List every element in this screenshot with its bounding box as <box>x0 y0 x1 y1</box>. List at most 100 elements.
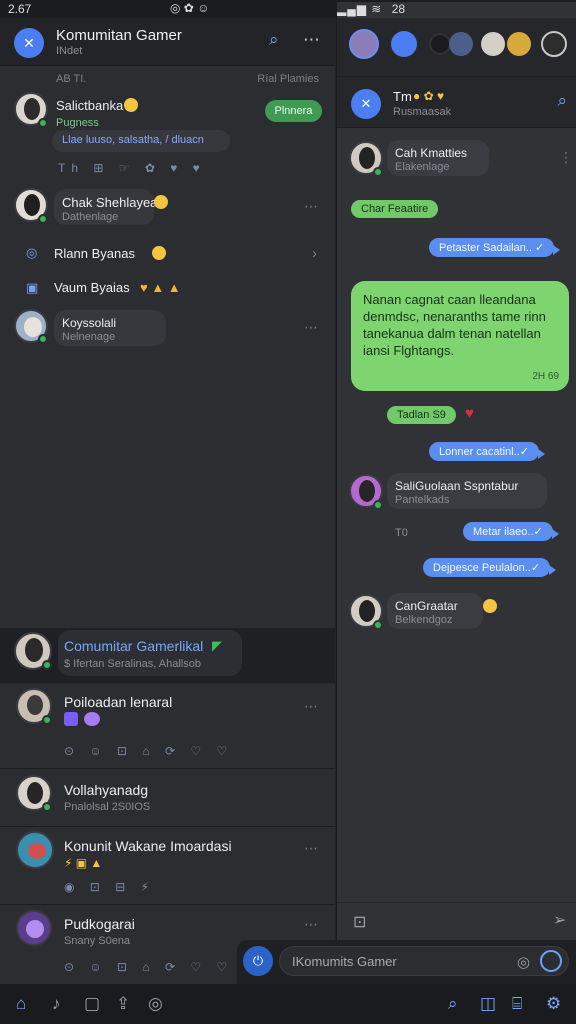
post-title[interactable]: Poiloadan lenaral <box>64 694 172 710</box>
chat-link[interactable]: Llae luuso, salsatha, / dluacn <box>62 134 204 146</box>
more-icon[interactable]: ⋯ <box>304 698 319 715</box>
sender-name: SaliGuolaan Sspntabur <box>395 479 519 493</box>
reaction-row[interactable]: ◉ ⊡ ⊟ ⚡ <box>64 880 155 894</box>
reaction-row[interactable]: ⊙ ☺ ⊡ ⌂ ⟳ ♡ ♡ <box>64 744 233 758</box>
filter-bar: AB TI. Ríal Plamies <box>0 70 335 90</box>
chat-name[interactable]: Koyssolali <box>62 316 116 330</box>
message-time: 2H 69 <box>532 371 559 382</box>
join-button[interactable]: Plnnera <box>265 100 322 122</box>
story-avatar[interactable] <box>541 31 567 57</box>
battery-level: 28 <box>391 2 406 16</box>
emoji-icon <box>64 712 78 726</box>
channel-icon: ▣ <box>26 280 39 295</box>
chevron-right-icon[interactable]: › <box>312 245 318 262</box>
status-icons: ◎ ✿ ☺ <box>170 1 210 15</box>
attachment-icon[interactable]: ⊡ <box>353 912 366 932</box>
message-input[interactable]: IKomumits Gamer ◎ <box>279 946 569 976</box>
chat-sub: Pugness <box>56 117 99 129</box>
avatar[interactable] <box>16 831 54 869</box>
day-label: T0 <box>395 527 408 539</box>
chat-icon[interactable]: ▢ <box>84 994 100 1014</box>
more-icon[interactable]: ⋮ <box>559 149 574 166</box>
chat-name[interactable]: Chak Shehlayea <box>62 195 157 210</box>
smile-emoji-icon <box>124 98 138 112</box>
send-icon[interactable]: ➢ <box>553 910 566 930</box>
avatar[interactable] <box>16 910 52 946</box>
post-sub: Snany S0ena <box>64 935 131 947</box>
status-bar: 2.67 ◎ ✿ ☺ ▂▄▆ ≋ 28 <box>0 0 576 968</box>
featured-name[interactable]: Comumitar Gamerlikal <box>64 638 203 654</box>
incoming-message[interactable]: Char Feaatire <box>351 200 439 218</box>
story-avatar[interactable] <box>481 32 505 56</box>
share-icon[interactable]: ⇪ <box>116 994 130 1014</box>
home-icon[interactable]: ⌂ <box>16 994 26 1014</box>
chat-list-panel: ✕ Komumitan Gamer INdet ⌕ ⋯ AB TI. Ríal … <box>0 18 335 984</box>
more-icon[interactable]: ⋯ <box>304 198 319 215</box>
chat-sub: Nelnenage <box>62 331 116 343</box>
reaction-row[interactable]: Th ⊞ ☞ ✿ ♥ ♥ <box>58 161 206 175</box>
filter-left[interactable]: AB TI. <box>56 73 86 85</box>
online-indicator <box>42 660 52 670</box>
outgoing-message[interactable]: Metar ilaeo..✓ <box>463 522 559 541</box>
divider <box>0 826 335 827</box>
camera-icon[interactable]: ◫ <box>480 994 496 1014</box>
more-icon[interactable]: ⋯ <box>303 30 320 50</box>
story-avatar[interactable] <box>449 32 473 56</box>
post-title[interactable]: Vollahyanadg <box>64 782 148 798</box>
message-text: Nanan cagnat caan lleandana denmdsc, nen… <box>363 292 546 358</box>
channel-name[interactable]: Rlann Byanas <box>54 246 135 261</box>
verified-icon: ◤ <box>212 638 222 653</box>
search-icon[interactable]: ⌕ <box>448 994 458 1014</box>
post-title[interactable]: Konunit Wakane Imoardasi <box>64 838 232 854</box>
music-icon[interactable]: ♪ <box>52 994 61 1014</box>
sender-name: Cah Kmatties <box>395 146 468 160</box>
channel-name[interactable]: Vaum Byaias <box>54 280 130 295</box>
divider <box>0 682 335 683</box>
emoji-picker-icon[interactable]: ◎ <box>517 953 530 971</box>
filter-right[interactable]: Ríal Plamies <box>257 73 319 85</box>
story-avatar[interactable] <box>507 32 531 56</box>
story-avatar[interactable] <box>429 33 451 55</box>
emoji-icon: ♥ ▲ ▲ <box>140 280 181 295</box>
reaction-row[interactable]: ⊙ ☺ ⊡ ⌂ ⟳ ♡ ♡ <box>64 960 233 974</box>
compass-icon[interactable]: ◎ <box>148 994 163 1014</box>
featured-sub: $ Ifertan Seralinas, Ahallsob <box>64 658 201 670</box>
outgoing-message[interactable]: Dejpesce Peulalon..✓ <box>423 558 557 577</box>
story-avatar[interactable] <box>391 31 417 57</box>
left-header: ✕ Komumitan Gamer INdet ⌕ ⋯ <box>0 18 335 66</box>
outgoing-message[interactable]: Lonner cacatinl..✓ <box>429 442 545 461</box>
voice-icon[interactable]: ⏻ <box>243 946 273 976</box>
chat-name[interactable]: Salictbanka <box>56 98 123 113</box>
incoming-message[interactable]: Tadlan S9 <box>387 406 456 424</box>
smile-emoji-icon <box>483 599 497 613</box>
sender-name: CanGraatar <box>395 599 458 613</box>
message-composer: ⏻ IKomumits Gamer ◎ <box>237 940 576 984</box>
online-indicator <box>38 214 48 224</box>
more-icon[interactable]: ⋯ <box>304 840 319 857</box>
more-icon[interactable]: ⋯ <box>304 319 319 336</box>
conversation-panel: ✕ Tm ● ✿ ♥ Rusmaasak ⌕ Cah Kmatties Elak… <box>336 18 576 984</box>
incoming-message-large[interactable]: Nanan cagnat caan lleandana denmdsc, nen… <box>351 281 569 391</box>
bottom-nav: ⌂ ♪ ▢ ⇪ ◎ ⌕ ◫ ⌸ ⚙ <box>0 984 576 1024</box>
refresh-icon[interactable] <box>540 950 562 972</box>
post-sub: Pnalolsal 2S0IOS <box>64 801 151 813</box>
outgoing-message[interactable]: Petaster Sadailan.. ✓ <box>429 238 561 257</box>
online-indicator <box>373 500 383 510</box>
online-indicator <box>373 167 383 177</box>
group-logo-icon[interactable]: ✕ <box>351 89 381 119</box>
more-icon[interactable]: ⋯ <box>304 916 319 933</box>
conversation-subtitle: Rusmaasak <box>393 106 452 118</box>
stories-bar <box>337 18 576 76</box>
store-icon[interactable]: ⌸ <box>512 994 522 1014</box>
community-logo-icon[interactable]: ✕ <box>14 28 44 58</box>
signal-icon: ▂▄▆ ≋ <box>337 2 383 16</box>
sender-sub: Elakenlage <box>395 161 450 173</box>
post-title[interactable]: Pudkogarai <box>64 916 135 932</box>
online-indicator <box>38 118 48 128</box>
heart-emoji-icon <box>84 712 100 726</box>
search-icon[interactable]: ⌕ <box>269 30 279 50</box>
story-avatar[interactable] <box>349 29 379 59</box>
search-icon[interactable]: ⌕ <box>557 91 567 111</box>
channel-icon: ◎ <box>26 245 38 260</box>
settings-icon[interactable]: ⚙ <box>546 994 561 1014</box>
